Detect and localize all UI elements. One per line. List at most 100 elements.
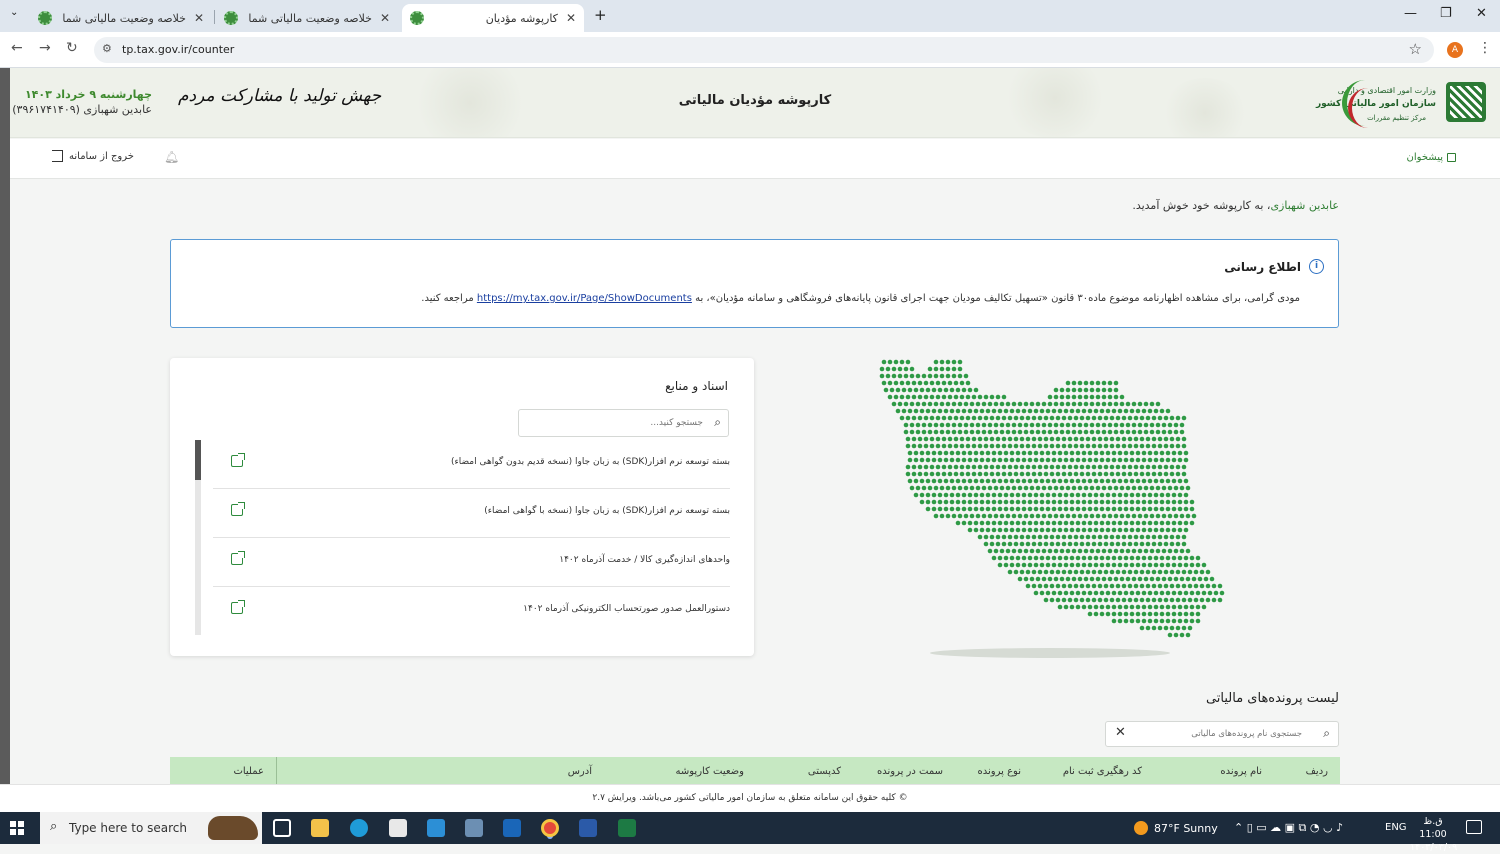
- store-icon[interactable]: [389, 819, 407, 837]
- tab-search-chevron-icon[interactable]: ⌄: [10, 7, 18, 18]
- column-tracking-code[interactable]: کد رهگیری ثبت نام: [1063, 766, 1142, 777]
- documents-scrollbar[interactable]: [195, 440, 201, 635]
- tax-organization-logo[interactable]: وزارت امور اقتصادی و دارایی سازمان امور …: [1316, 76, 1486, 130]
- tax-files-search[interactable]: ⌕ ✕: [1105, 721, 1339, 747]
- external-link-icon[interactable]: [231, 551, 245, 565]
- map-dot: [1123, 562, 1129, 568]
- map-dot: [1093, 492, 1099, 498]
- map-dot: [1033, 478, 1039, 484]
- logout-button[interactable]: خروج از سامانه: [52, 150, 134, 162]
- forward-icon[interactable]: →: [39, 40, 51, 56]
- clear-search-icon[interactable]: ✕: [1115, 725, 1126, 740]
- browser-tab-2[interactable]: خلاصه وضعیت مالیاتی شما در ت ✕: [216, 4, 398, 32]
- column-file-type[interactable]: نوع پرونده: [978, 766, 1022, 777]
- column-file-name[interactable]: نام پرونده: [1220, 766, 1262, 777]
- map-dot: [1167, 513, 1173, 519]
- external-link-icon[interactable]: [231, 453, 245, 467]
- excel-icon[interactable]: [618, 819, 636, 837]
- map-dot: [1171, 562, 1177, 568]
- map-dot: [1095, 422, 1101, 428]
- browser-tab-1[interactable]: خلاصه وضعیت مالیاتی شما در ت ✕: [30, 4, 212, 32]
- browser-tab-3-active[interactable]: کارپوشه مؤدیان ✕: [402, 4, 584, 32]
- map-dot: [935, 436, 941, 442]
- notice-link[interactable]: https://my.tax.gov.ir/Page/ShowDocuments: [477, 293, 692, 304]
- word-icon[interactable]: [579, 819, 597, 837]
- map-dot: [951, 485, 957, 491]
- system-tray-icons[interactable]: ⌃ ▯ ▭ ☁ ▣ ⧉ ◔ ◡ ♪: [1234, 821, 1343, 835]
- document-label[interactable]: دستورالعمل صدور صورتحساب الکترونیکی آذرم…: [523, 604, 730, 614]
- minimize-icon[interactable]: —: [1404, 6, 1417, 21]
- map-dot: [913, 478, 919, 484]
- language-indicator[interactable]: ENG: [1385, 822, 1407, 833]
- new-tab-icon[interactable]: +: [594, 6, 607, 24]
- map-dot: [1093, 590, 1099, 596]
- column-row-number[interactable]: ردیف: [1306, 766, 1328, 777]
- document-label[interactable]: واحدهای اندازه‌گیری کالا / خدمت آذرماه ۱…: [559, 555, 730, 565]
- weather-widget[interactable]: 87°F Sunny: [1134, 821, 1218, 835]
- map-dot: [955, 387, 961, 393]
- map-dot: [1151, 534, 1157, 540]
- documents-search-input[interactable]: [523, 414, 703, 432]
- external-link-icon[interactable]: [231, 600, 245, 614]
- taskbar-search[interactable]: ⌕ Type here to search: [40, 812, 262, 844]
- map-dot: [1019, 534, 1025, 540]
- map-dot: [1175, 436, 1181, 442]
- map-dot: [1189, 618, 1195, 624]
- close-tab-icon[interactable]: ✕: [566, 11, 576, 25]
- column-address[interactable]: آدرس: [568, 766, 592, 777]
- file-explorer-icon[interactable]: [311, 819, 329, 837]
- close-tab-icon[interactable]: ✕: [380, 11, 390, 25]
- browser-menu-icon[interactable]: ⋮: [1478, 40, 1492, 56]
- taskbar-clock[interactable]: ق.ظ 11:00 ۱۴۰۳/۰۳/۰۹: [1410, 815, 1457, 854]
- header-ornament: [1160, 78, 1250, 137]
- map-dot: [1049, 569, 1055, 575]
- restore-icon[interactable]: ❐: [1440, 6, 1452, 21]
- map-dot: [1037, 464, 1043, 470]
- map-dot: [1005, 513, 1011, 519]
- map-dot: [1075, 562, 1081, 568]
- task-view-icon[interactable]: [273, 819, 291, 837]
- map-dot: [991, 555, 997, 561]
- mail-icon[interactable]: [427, 819, 445, 837]
- column-postal-code[interactable]: کدپستی: [808, 766, 841, 777]
- scanner-app-icon[interactable]: [465, 819, 483, 837]
- map-dot: [1129, 604, 1135, 610]
- document-label[interactable]: بسته توسعه نرم افزار(SDK) به زبان جاوا (…: [484, 506, 730, 516]
- search-icon[interactable]: ⌕: [714, 415, 721, 430]
- document-item[interactable]: بسته توسعه نرم افزار(SDK) به زبان جاوا (…: [213, 489, 730, 538]
- reload-icon[interactable]: ↻: [66, 40, 78, 56]
- column-status[interactable]: وضعیت کارپوشه: [676, 766, 745, 777]
- bell-icon[interactable]: 🔔︎: [164, 150, 179, 164]
- map-dot: [1143, 429, 1149, 435]
- map-dot: [1087, 408, 1093, 414]
- edge-icon[interactable]: [350, 819, 368, 837]
- outlook-icon[interactable]: [503, 819, 521, 837]
- taskbar-search-text[interactable]: Type here to search: [69, 821, 187, 835]
- document-item[interactable]: بسته توسعه نرم افزار(SDK) به زبان جاوا (…: [213, 440, 730, 489]
- site-settings-icon[interactable]: ⚙: [102, 42, 112, 55]
- document-label[interactable]: بسته توسعه نرم افزار(SDK) به زبان جاوا (…: [451, 457, 730, 467]
- chrome-icon[interactable]: [541, 819, 559, 837]
- map-dot: [1143, 513, 1149, 519]
- column-role[interactable]: سمت در پرونده: [877, 766, 943, 777]
- external-link-icon[interactable]: [231, 502, 245, 516]
- scrollbar-thumb[interactable]: [195, 440, 201, 480]
- notification-icon[interactable]: [1466, 820, 1482, 834]
- search-icon[interactable]: ⌕: [1323, 726, 1330, 741]
- windows-start-icon[interactable]: [10, 821, 24, 835]
- map-dot: [1203, 576, 1209, 582]
- bookmark-star-icon[interactable]: ☆: [1409, 40, 1422, 58]
- url-text[interactable]: tp.tax.gov.ir/counter: [122, 43, 234, 56]
- document-item[interactable]: واحدهای اندازه‌گیری کالا / خدمت آذرماه ۱…: [213, 538, 730, 587]
- back-icon[interactable]: ←: [11, 40, 23, 56]
- close-tab-icon[interactable]: ✕: [194, 11, 204, 25]
- dashboard-link[interactable]: پیشخوان: [1407, 152, 1456, 163]
- tax-files-search-input[interactable]: [1136, 726, 1302, 742]
- map-dot: [1063, 450, 1069, 456]
- profile-avatar[interactable]: A: [1447, 42, 1463, 58]
- close-window-icon[interactable]: ✕: [1476, 6, 1487, 21]
- column-actions[interactable]: عملیات: [233, 766, 264, 777]
- address-bar[interactable]: ⚙ tp.tax.gov.ir/counter ☆: [94, 37, 1434, 63]
- document-item[interactable]: دستورالعمل صدور صورتحساب الکترونیکی آذرم…: [213, 587, 730, 636]
- documents-search[interactable]: ⌕: [518, 409, 729, 437]
